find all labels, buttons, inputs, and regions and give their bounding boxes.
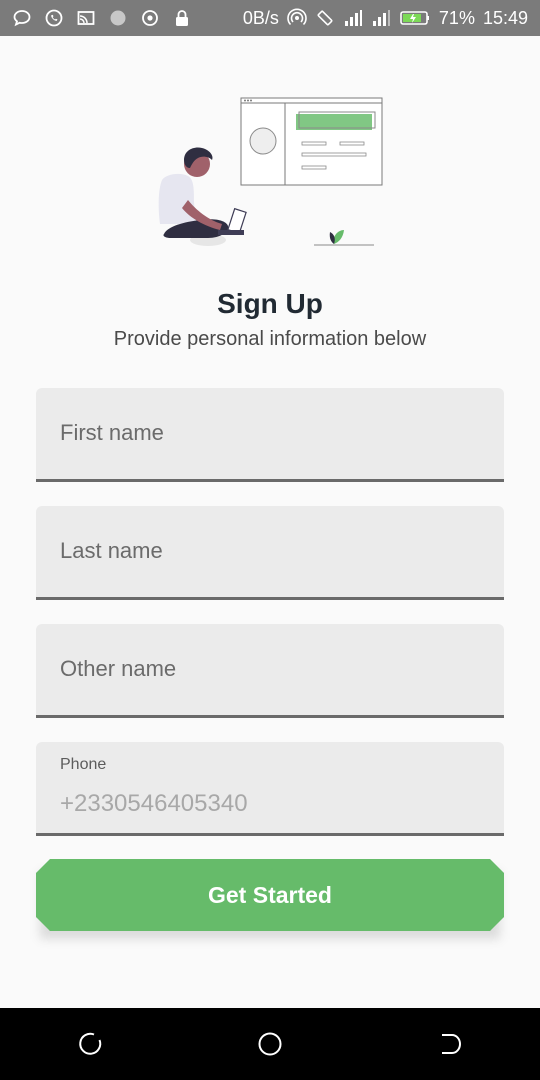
circle-icon [108,8,128,28]
battery-level: 71% [438,7,475,28]
battery-charging-icon [399,8,431,28]
other-name-field[interactable]: Other name [36,624,504,718]
phone-value: +2330546405340 [60,790,248,817]
back-icon[interactable] [420,1014,480,1074]
other-name-placeholder: Other name [60,656,177,681]
first-name-placeholder: First name [60,420,164,445]
signal-icon [343,8,363,28]
phone-field[interactable]: Phone +2330546405340 [36,742,504,836]
navigation-bar [0,1008,540,1080]
recent-apps-icon[interactable] [60,1014,120,1074]
status-notifications [12,8,192,28]
last-name-placeholder: Last name [60,538,163,563]
page-subtitle: Provide personal information below [113,328,427,350]
lock-icon [172,8,192,28]
signal-icon [371,8,391,28]
cast-icon [76,8,96,28]
status-bar: 0B/s 71% 15:49 [0,0,540,36]
rotate-icon [315,8,335,28]
last-name-field[interactable]: Last name [36,506,504,600]
hotspot-icon [287,8,307,28]
status-system: 0B/s 71% 15:49 [243,8,528,29]
home-icon[interactable] [240,1014,300,1074]
first-name-field[interactable]: First name [36,388,504,482]
target-icon [140,8,160,28]
chat-bubble-icon [12,8,32,28]
clock: 15:49 [482,7,528,28]
page-title: Sign Up [217,288,323,319]
get-started-button[interactable]: Get Started [36,859,504,931]
signup-illustration [150,92,390,252]
phone-label: Phone [60,756,107,773]
network-speed: 0B/s [242,7,279,28]
whatsapp-icon [44,8,64,28]
